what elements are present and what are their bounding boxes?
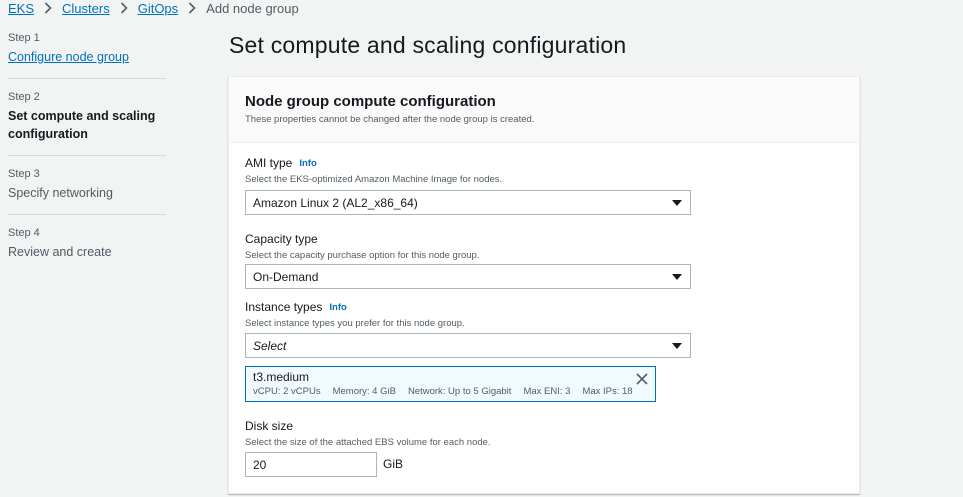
instance-types-info-link[interactable]: Info	[329, 302, 346, 313]
token-tag-max-ips: Max IPs: 18	[582, 386, 633, 397]
capacity-type-field: Capacity type Select the capacity purcha…	[245, 232, 479, 261]
page: EKS Clusters GitOps Add node group Step …	[0, 0, 963, 497]
token-tags: vCPU: 2 vCPUs Memory: 4 GiB Network: Up …	[253, 386, 648, 397]
capacity-type-label: Capacity type	[245, 232, 318, 246]
panel-header: Node group compute configuration These p…	[229, 77, 859, 143]
disk-size-input[interactable]	[245, 452, 377, 477]
instance-types-label-text: Instance types	[245, 300, 323, 314]
page-title: Set compute and scaling configuration	[229, 32, 627, 58]
chevron-right-icon	[44, 2, 52, 14]
token-tag-memory: Memory: 4 GiB	[332, 386, 396, 397]
wizard-steps: Step 1 Configure node group Step 2 Set c…	[8, 32, 166, 285]
step-number: Step 1	[8, 32, 40, 44]
instance-types-label: Instance types Info	[245, 300, 465, 314]
step-2-current-label: Set compute and scaling configuration	[8, 109, 156, 141]
capacity-type-select[interactable]: On-Demand	[245, 264, 691, 289]
ami-type-field: AMI type Info Select the EKS-optimized A…	[245, 156, 502, 185]
caret-down-icon	[672, 273, 682, 280]
disk-size-field: Disk size Select the size of the attache…	[245, 419, 491, 448]
step-number: Step 2	[8, 91, 40, 103]
chevron-right-icon	[120, 2, 128, 14]
instance-types-field: Instance types Info Select instance type…	[245, 300, 465, 329]
breadcrumb-clusters-link[interactable]: Clusters	[62, 1, 110, 16]
token-tag-network: Network: Up to 5 Gigabit	[407, 386, 512, 397]
caret-down-icon	[672, 199, 682, 206]
step-1-link[interactable]: Configure node group	[8, 48, 166, 66]
ami-type-info-link[interactable]: Info	[299, 158, 316, 169]
chevron-right-icon	[188, 2, 196, 14]
disk-size-label: Disk size	[245, 419, 294, 433]
caret-down-icon	[672, 342, 682, 349]
ami-type-description: Select the EKS-optimized Amazon Machine …	[245, 174, 503, 185]
instance-types-select[interactable]: Select	[245, 333, 691, 358]
ami-type-select[interactable]: Amazon Linux 2 (AL2_x86_64)	[245, 190, 691, 215]
token-tag-vcpu: vCPU: 2 vCPUs	[253, 386, 321, 397]
breadcrumb-eks-link[interactable]: EKS	[8, 1, 34, 16]
wizard-step-4: Step 4 Review and create	[8, 227, 166, 273]
instance-types-placeholder: Select	[253, 338, 287, 353]
capacity-type-value: On-Demand	[253, 269, 319, 284]
step-4-label: Review and create	[8, 245, 112, 259]
wizard-step-2: Step 2 Set compute and scaling configura…	[8, 91, 166, 156]
panel-description: These properties cannot be changed after…	[245, 114, 535, 125]
ami-type-label-text: AMI type	[245, 156, 293, 170]
ami-type-label: AMI type Info	[245, 156, 502, 170]
breadcrumb-gitops-link[interactable]: GitOps	[138, 1, 178, 16]
disk-size-unit: GiB	[383, 457, 404, 471]
instance-type-token: t3.medium vCPU: 2 vCPUs Memory: 4 GiB Ne…	[245, 366, 656, 402]
breadcrumb: EKS Clusters GitOps Add node group	[8, 0, 299, 16]
token-name: t3.medium	[253, 370, 310, 384]
wizard-step-1: Step 1 Configure node group	[8, 32, 166, 79]
ami-type-value: Amazon Linux 2 (AL2_x86_64)	[253, 195, 418, 210]
token-tag-max-eni: Max ENI: 3	[523, 386, 571, 397]
step-number: Step 4	[8, 227, 40, 239]
step-number: Step 3	[8, 168, 40, 180]
wizard-step-3: Step 3 Specify networking	[8, 168, 166, 215]
instance-types-description: Select instance types you prefer for thi…	[245, 318, 465, 329]
panel-title: Node group compute configuration	[245, 93, 496, 110]
close-icon[interactable]	[636, 372, 648, 385]
breadcrumb-current: Add node group	[206, 0, 299, 16]
disk-size-description: Select the size of the attached EBS volu…	[245, 437, 491, 448]
capacity-type-description: Select the capacity purchase option for …	[245, 250, 480, 261]
step-3-label: Specify networking	[8, 186, 113, 200]
compute-config-panel: Node group compute configuration These p…	[228, 76, 860, 494]
